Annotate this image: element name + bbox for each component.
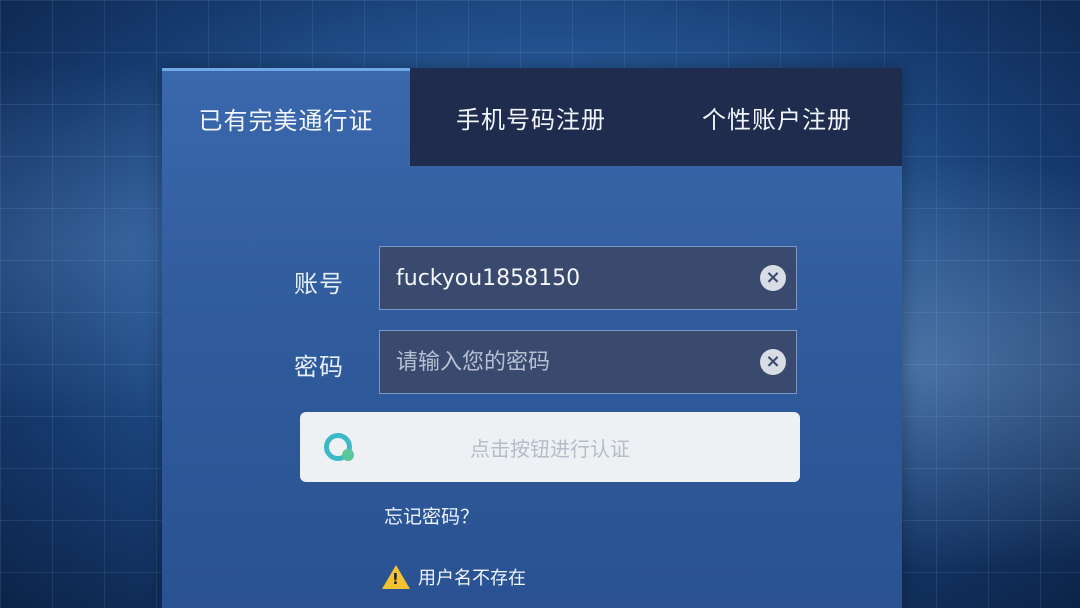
error-text: 用户名不存在 bbox=[418, 568, 526, 589]
tab-bar: 已有完美通行证 手机号码注册 个性账户注册 bbox=[162, 68, 902, 166]
close-circle-icon[interactable]: × bbox=[760, 349, 786, 375]
tab-custom-register[interactable]: 个性账户注册 bbox=[652, 68, 902, 166]
account-input[interactable] bbox=[380, 248, 772, 308]
tab-phone-register[interactable]: 手机号码注册 bbox=[410, 68, 652, 166]
tab-existing-account[interactable]: 已有完美通行证 bbox=[162, 68, 410, 166]
password-input[interactable] bbox=[380, 332, 772, 392]
login-panel: 已有完美通行证 手机号码注册 个性账户注册 账号 × 密码 × 点击按钮进行认证… bbox=[162, 68, 902, 608]
verify-button[interactable]: 点击按钮进行认证 bbox=[300, 412, 800, 482]
password-field: × bbox=[379, 330, 797, 394]
forgot-password-link[interactable]: 忘记密码？ bbox=[384, 502, 479, 529]
account-label: 账号 bbox=[294, 270, 344, 298]
account-field: × bbox=[379, 246, 797, 310]
error-message: 用户名不存在 bbox=[382, 564, 526, 590]
verify-text: 点击按钮进行认证 bbox=[470, 436, 630, 461]
close-circle-icon[interactable]: × bbox=[760, 265, 786, 291]
warning-icon bbox=[382, 565, 410, 589]
password-label: 密码 bbox=[294, 353, 344, 381]
